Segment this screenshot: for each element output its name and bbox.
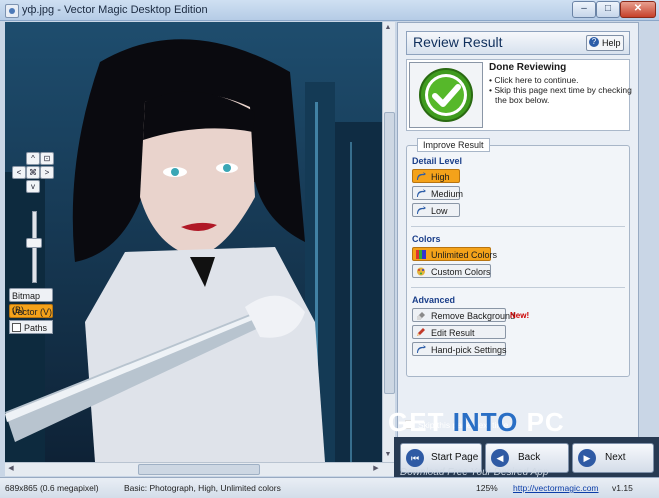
new-badge: New! (510, 311, 530, 320)
done-reviewing-button[interactable] (409, 62, 483, 128)
checkbox-icon (12, 323, 21, 332)
help-label: Help (602, 38, 621, 48)
settings-summary: Basic: Photograph, High, Unlimited color… (124, 483, 281, 493)
watermark-get: GET (388, 407, 445, 437)
detail-medium-icon (417, 189, 426, 197)
section-divider (411, 287, 625, 288)
detail-low-button[interactable]: Low (412, 203, 460, 217)
detail-level-title: Detail Level (412, 156, 463, 166)
pan-up-button[interactable]: ^ (26, 152, 40, 165)
pan-center-button[interactable]: ⌘ (26, 166, 40, 179)
review-panel: Review Result ? Help Done Reviewing • Cli… (397, 22, 639, 439)
maximize-button[interactable]: □ (596, 1, 620, 18)
detail-high-icon (417, 172, 426, 180)
page-title: Review Result (413, 34, 503, 50)
done-instruction-2: • Skip this page next time by checking (489, 85, 632, 95)
pencil-icon (417, 328, 425, 336)
edit-result-label: Edit Result (431, 328, 475, 338)
panel-header: Review Result ? Help (406, 31, 630, 55)
paths-label: Paths (24, 323, 48, 333)
pan-control: ^ ⊡ < ⌘ > v (9, 152, 55, 194)
colors-title: Colors (412, 234, 441, 244)
remove-background-label: Remove Background (431, 311, 516, 321)
detail-medium-label: Medium (431, 189, 464, 199)
done-instruction-1: • Click here to continue. (489, 75, 579, 85)
unlimited-colors-label: Unlimited Colors (431, 250, 498, 260)
done-instruction-3: the box below. (495, 95, 550, 105)
scroll-up-icon[interactable]: ▲ (383, 23, 393, 33)
detail-low-icon (417, 206, 426, 214)
next-label: Next (605, 452, 626, 463)
next-arrow-icon: ▶ (578, 449, 596, 467)
detail-high-button[interactable]: High (412, 169, 460, 183)
paths-checkbox[interactable]: Paths (9, 320, 53, 334)
unlimited-colors-button[interactable]: Unlimited Colors (412, 247, 497, 261)
help-icon: ? (589, 37, 599, 47)
improve-result-group: Improve Result Detail Level High Medium … (406, 138, 630, 377)
vertical-scroll-thumb[interactable] (384, 112, 395, 394)
title-bar: уф.jpg - Vector Magic Desktop Edition – … (0, 0, 659, 21)
horizontal-scrollbar[interactable]: ◀ ▶ (5, 462, 394, 476)
custom-palette-icon (417, 267, 425, 276)
settings-arrow-icon (417, 345, 426, 353)
edit-result-button[interactable]: Edit Result (412, 325, 506, 339)
custom-colors-button[interactable]: Custom Colors (412, 264, 491, 278)
pan-down-button[interactable]: v (26, 180, 40, 193)
done-reviewing-box: Done Reviewing • Click here to continue.… (406, 59, 632, 131)
improve-result-tab: Improve Result (417, 138, 490, 152)
home-icon: ⏮ (406, 449, 424, 467)
hand-pick-settings-button[interactable]: Hand-pick Settings (412, 342, 507, 356)
hand-pick-settings-label: Hand-pick Settings (431, 345, 507, 355)
vector-view-button[interactable]: Vector (V) (9, 304, 53, 318)
bitmap-view-button[interactable]: Bitmap (B) (9, 288, 53, 315)
vertical-scrollbar[interactable]: ▲ ▼ (382, 22, 395, 462)
palette-icon (416, 250, 426, 259)
done-reviewing-title: Done Reviewing (489, 62, 567, 73)
detail-medium-button[interactable]: Medium (412, 186, 464, 200)
status-bar: 689x865 (0.6 megapixel) Basic: Photograp… (0, 477, 659, 498)
window-title: уф.jpg - Vector Magic Desktop Edition (22, 4, 208, 16)
scroll-right-icon[interactable]: ▶ (371, 464, 381, 474)
next-button[interactable]: ▶ Next (572, 443, 654, 473)
section-divider (411, 226, 625, 227)
pan-right-button[interactable]: > (40, 166, 54, 179)
horizontal-scroll-thumb[interactable] (138, 464, 260, 475)
zoom-slider-thumb[interactable] (26, 238, 42, 248)
vectorized-image (5, 22, 382, 462)
eraser-icon (417, 312, 425, 320)
help-button[interactable]: ? Help (586, 35, 624, 51)
zoom-level: 125% (476, 483, 498, 493)
zoom-fit-icon[interactable]: ⊡ (40, 152, 54, 165)
vector-preview-canvas[interactable] (5, 22, 382, 462)
watermark-logo: GET INTO PC (388, 407, 565, 438)
scroll-down-icon[interactable]: ▼ (383, 450, 393, 460)
app-icon (5, 4, 19, 18)
advanced-title: Advanced (412, 295, 456, 305)
image-info: 689x865 (0.6 megapixel) (5, 483, 99, 493)
version-label: v1.15 (612, 483, 633, 493)
custom-colors-label: Custom Colors (431, 267, 491, 277)
watermark-into: INTO (452, 407, 519, 437)
detail-high-label: High (431, 172, 450, 182)
website-link[interactable]: http://vectormagic.com (513, 483, 599, 493)
scroll-left-icon[interactable]: ◀ (6, 464, 16, 474)
close-button[interactable]: ✕ (620, 1, 656, 18)
detail-low-label: Low (431, 206, 448, 216)
checkmark-icon (419, 68, 473, 122)
remove-background-button[interactable]: Remove Background (412, 308, 515, 322)
minimize-button[interactable]: – (572, 1, 596, 18)
back-arrow-icon: ◀ (491, 449, 509, 467)
watermark-pc: PC (526, 407, 565, 437)
pan-left-button[interactable]: < (12, 166, 26, 179)
view-mode-selector: Bitmap (B) Vector (V) Paths (9, 288, 55, 334)
